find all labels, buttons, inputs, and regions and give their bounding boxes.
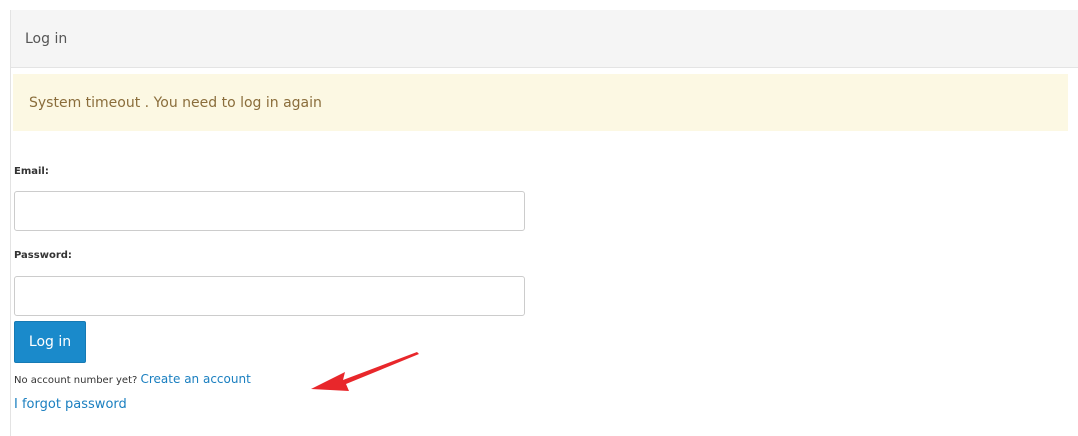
panel-heading: Log in xyxy=(11,10,1078,68)
signup-prompt: No account number yet? xyxy=(14,375,138,386)
email-field[interactable] xyxy=(14,191,525,231)
timeout-alert: System timeout . You need to log in agai… xyxy=(13,74,1068,131)
forgot-password-link[interactable]: I forgot password xyxy=(14,397,127,412)
password-label: Password: xyxy=(14,250,72,261)
signup-line: No account number yet? Create an account xyxy=(14,372,251,386)
create-account-link[interactable]: Create an account xyxy=(141,372,251,386)
panel-title: Log in xyxy=(25,30,68,47)
red-arrow-icon xyxy=(311,352,419,391)
email-label: Email: xyxy=(14,166,49,177)
login-button[interactable]: Log in xyxy=(14,321,86,363)
password-field[interactable] xyxy=(14,276,525,316)
alert-message: System timeout . You need to log in agai… xyxy=(29,94,322,111)
